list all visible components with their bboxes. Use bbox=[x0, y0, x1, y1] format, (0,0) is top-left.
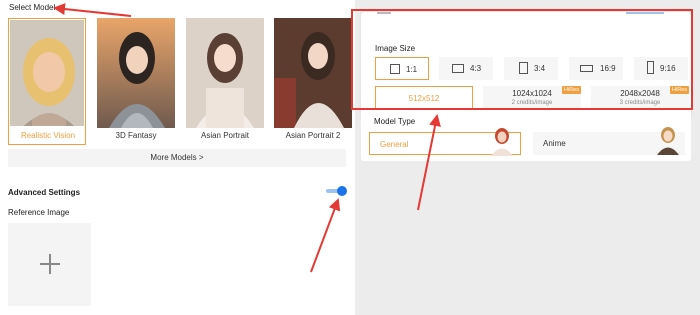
left-panel: Select Model Realistic Vision 3D Fantasy… bbox=[0, 0, 355, 315]
toggle-knob bbox=[337, 186, 347, 196]
ratio-label: 9:16 bbox=[660, 64, 676, 73]
model-type-general[interactable]: General bbox=[369, 128, 521, 156]
model-name: Realistic Vision bbox=[20, 131, 76, 140]
ratio-option-3-4[interactable]: 3:4 bbox=[504, 57, 558, 80]
resolution-1024[interactable]: 1024x1024 2 credits/image HiRes bbox=[483, 86, 581, 110]
resolution-credits: 2 credits/image bbox=[511, 100, 553, 106]
aspect-ratio-options: 1:1 4:3 3:4 16:9 9:16 bbox=[375, 57, 689, 80]
model-type-anime[interactable]: Anime bbox=[533, 127, 685, 155]
more-models-button[interactable]: More Models > bbox=[8, 149, 346, 167]
hires-badge: HiRes bbox=[562, 86, 581, 94]
advanced-settings-toggle[interactable] bbox=[325, 186, 347, 196]
image-size-card: Image Size 1:1 4:3 3:4 16:9 9:16 512x512… bbox=[361, 12, 691, 118]
hires-badge: HiRes bbox=[670, 86, 689, 94]
model-name: 3D Fantasy bbox=[115, 131, 157, 140]
resolution-2048[interactable]: 2048x2048 3 credits/image HiRes bbox=[591, 86, 689, 110]
square-ratio-icon bbox=[390, 64, 400, 74]
model-gallery: Realistic Vision 3D Fantasy Asian Portra… bbox=[8, 18, 352, 146]
anime-thumbnail bbox=[653, 126, 681, 155]
model-name: Asian Portrait 2 bbox=[285, 131, 341, 140]
model-card-asian-portrait-2[interactable]: Asian Portrait 2 bbox=[274, 18, 352, 145]
select-model-label: Select Model bbox=[9, 3, 56, 12]
resolution-credits: 3 credits/image bbox=[619, 100, 661, 106]
model-type-label-text: General bbox=[380, 140, 409, 149]
model-card-3d-fantasy[interactable]: 3D Fantasy bbox=[97, 18, 175, 145]
ratio-label: 1:1 bbox=[406, 65, 418, 74]
model-thumbnail bbox=[97, 18, 175, 128]
ratio-option-1-1[interactable]: 1:1 bbox=[375, 57, 429, 80]
wide-ratio-icon bbox=[580, 65, 593, 72]
model-type-card: Model Type General Anime bbox=[361, 110, 691, 161]
model-card-realistic-vision[interactable]: Realistic Vision bbox=[8, 18, 86, 145]
model-thumbnail bbox=[10, 20, 84, 126]
reference-image-label: Reference Image bbox=[8, 208, 70, 217]
ratio-option-9-16[interactable]: 9:16 bbox=[634, 57, 688, 80]
model-thumbnail bbox=[274, 18, 352, 128]
general-thumbnail bbox=[488, 127, 516, 156]
ratio-label: 3:4 bbox=[534, 64, 546, 73]
tall-ratio-icon bbox=[647, 61, 654, 74]
model-name: Asian Portrait bbox=[200, 131, 250, 140]
ratio-label: 16:9 bbox=[600, 64, 616, 73]
image-size-label: Image Size bbox=[375, 44, 416, 53]
landscape-ratio-icon bbox=[452, 64, 464, 73]
ratio-option-4-3[interactable]: 4:3 bbox=[439, 57, 493, 80]
resolution-label: 512x512 bbox=[408, 94, 440, 103]
resolution-512[interactable]: 512x512 bbox=[375, 86, 473, 110]
model-type-label: Model Type bbox=[374, 117, 416, 126]
cut-off-text bbox=[377, 12, 391, 14]
reference-image-upload[interactable] bbox=[8, 223, 91, 306]
resolution-options: 512x512 1024x1024 2 credits/image HiRes … bbox=[375, 86, 693, 111]
model-thumbnail bbox=[186, 18, 264, 128]
advanced-settings-label: Advanced Settings bbox=[8, 188, 81, 197]
ratio-label: 4:3 bbox=[470, 64, 482, 73]
model-card-asian-portrait[interactable]: Asian Portrait bbox=[186, 18, 264, 145]
model-type-label-text: Anime bbox=[543, 139, 566, 148]
portrait-ratio-icon bbox=[519, 62, 528, 74]
right-panel: Image Size 1:1 4:3 3:4 16:9 9:16 512x512… bbox=[355, 0, 700, 315]
cut-off-link bbox=[626, 12, 664, 14]
ratio-option-16-9[interactable]: 16:9 bbox=[569, 57, 623, 80]
